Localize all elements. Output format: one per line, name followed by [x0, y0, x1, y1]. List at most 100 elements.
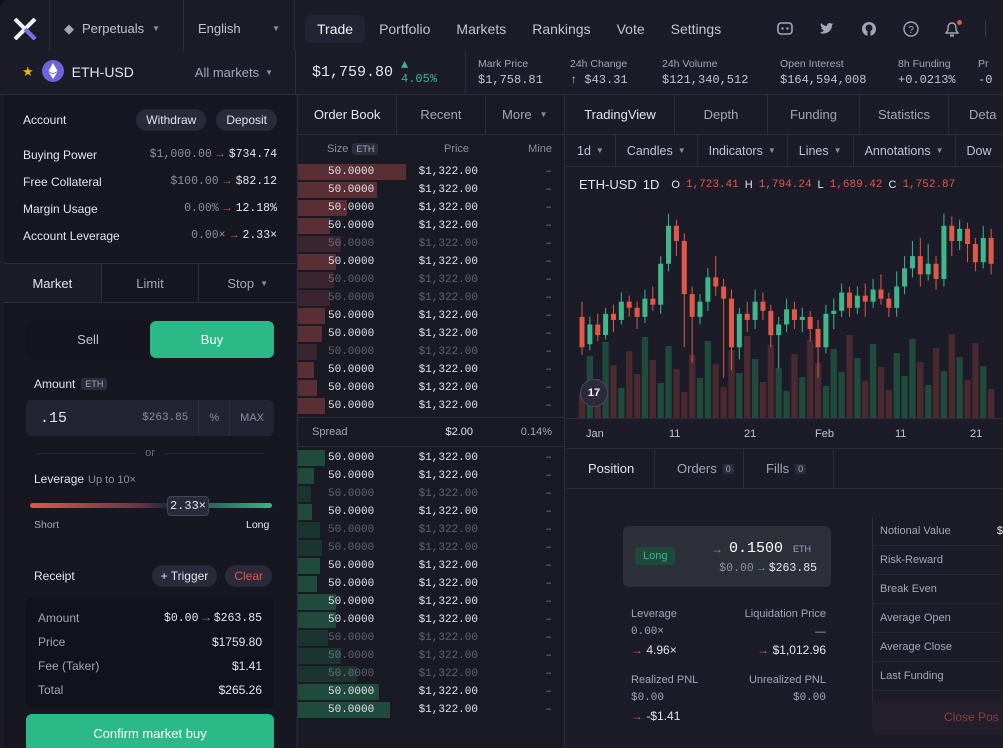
price-change-pct: ▲ 4.05% — [401, 58, 438, 86]
order-book-row[interactable]: 50.0000 $1,322.00 – — [298, 485, 564, 503]
order-book-row[interactable]: 50.0000 $1,322.00 – — [298, 181, 564, 199]
order-book-row[interactable]: 50.0000 $1,322.00 – — [298, 163, 564, 181]
tab-market[interactable]: Market — [4, 264, 102, 302]
receipt-row-fee: Fee (Taker) $1.41 — [38, 654, 262, 678]
order-book-row[interactable]: 50.0000 $1,322.00 – — [298, 611, 564, 629]
notification-bell-icon[interactable] — [945, 19, 962, 37]
order-book-row[interactable]: 50.0000 $1,322.00 – — [298, 593, 564, 611]
order-book-row[interactable]: 50.0000 $1,322.00 – — [298, 665, 564, 683]
receipt-value: $265.26 — [218, 683, 262, 697]
all-markets-button[interactable]: All markets ▼ — [195, 65, 273, 80]
nav-tab-markets[interactable]: Markets — [444, 15, 518, 43]
withdraw-button[interactable]: Withdraw — [136, 109, 207, 131]
order-book-row[interactable]: 50.0000 $1,322.00 – — [298, 683, 564, 701]
tab-more[interactable]: More ▼ — [486, 95, 564, 134]
interval-select[interactable]: 1d ▼ — [566, 135, 616, 166]
order-book-row[interactable]: 50.0000 $1,322.00 – — [298, 503, 564, 521]
candles-select[interactable]: Candles ▼ — [616, 135, 698, 166]
order-book-row[interactable]: 50.0000 $1,322.00 – — [298, 701, 564, 719]
twitter-icon[interactable] — [819, 22, 835, 36]
clear-button[interactable]: Clear — [225, 565, 272, 587]
receipt-key: Fee (Taker) — [38, 659, 100, 673]
tab-order-book[interactable]: Order Book — [298, 95, 398, 134]
candle-body — [658, 263, 664, 305]
deposit-button[interactable]: Deposit — [216, 109, 277, 131]
tab-fills[interactable]: Fills 0 — [744, 449, 834, 488]
x-tick: 21 — [970, 428, 983, 440]
position-tabs: Position Orders 0 Fills 0 — [566, 449, 1003, 489]
tab-limit[interactable]: Limit — [102, 264, 200, 302]
nav-tab-trade[interactable]: Trade — [305, 14, 366, 43]
close-position-button[interactable]: Close Pos — [872, 699, 1003, 735]
candle-body — [980, 237, 986, 263]
x-tick: Jan — [586, 428, 604, 440]
row-price: $1,322.00 — [418, 578, 478, 590]
tab-stop[interactable]: Stop ▼ — [199, 264, 296, 302]
tab-funding[interactable]: Funding — [768, 95, 860, 134]
nav-tab-vote[interactable]: Vote — [605, 15, 657, 43]
leverage-slider[interactable] — [30, 503, 272, 508]
percent-button[interactable]: % — [198, 400, 229, 436]
nav-tab-portfolio[interactable]: Portfolio — [367, 15, 442, 43]
amount-input[interactable]: .15 $263.85 % MAX — [26, 400, 274, 436]
volume-bar — [689, 355, 696, 418]
tab-details[interactable]: Deta — [949, 95, 1003, 134]
order-book-row[interactable]: 50.0000 $1,322.00 – — [298, 307, 564, 325]
order-book-row[interactable]: 50.0000 $1,322.00 – — [298, 575, 564, 593]
order-book-row[interactable]: 50.0000 $1,322.00 – — [298, 449, 564, 467]
candlestick-chart[interactable] — [566, 193, 1003, 418]
max-button[interactable]: MAX — [229, 400, 274, 436]
tab-position[interactable]: Position — [566, 449, 655, 488]
sell-button[interactable]: Sell — [26, 321, 150, 358]
lines-label: Lines — [798, 143, 829, 158]
github-icon[interactable] — [861, 21, 877, 37]
tradingview-logo[interactable]: 17 — [580, 379, 608, 407]
annotations-select[interactable]: Annotations ▼ — [854, 135, 956, 166]
row-price: $1,322.00 — [418, 488, 478, 500]
nav-tab-settings[interactable]: Settings — [659, 15, 734, 43]
tab-statistics[interactable]: Statistics — [860, 95, 949, 134]
col-mine: Mine — [528, 143, 552, 155]
amount-input-value[interactable]: .15 — [26, 410, 142, 427]
help-icon[interactable]: ? — [903, 21, 919, 37]
unrealized-pnl-value: $0.00 — [792, 692, 826, 704]
tab-recent[interactable]: Recent — [397, 95, 486, 134]
price-change-pct-value: 4.05% — [401, 72, 438, 86]
market-selector[interactable]: ★ ETH-USD All markets ▼ — [0, 49, 296, 95]
tab-orders[interactable]: Orders 0 — [655, 449, 744, 488]
order-book-row[interactable]: 50.0000 $1,322.00 – — [298, 271, 564, 289]
order-book-row[interactable]: 50.0000 $1,322.00 – — [298, 521, 564, 539]
tab-tradingview[interactable]: TradingView — [566, 95, 675, 134]
order-book-row[interactable]: 50.0000 $1,322.00 – — [298, 557, 564, 575]
order-book-row[interactable]: 50.0000 $1,322.00 – — [298, 235, 564, 253]
add-trigger-button[interactable]: + Trigger — [151, 565, 218, 587]
leverage-slider-thumb[interactable]: 2.33× — [167, 496, 209, 516]
order-book-row[interactable]: 50.0000 $1,322.00 – — [298, 253, 564, 271]
order-book-row[interactable]: 50.0000 $1,322.00 – — [298, 289, 564, 307]
indicators-select[interactable]: Indicators ▼ — [698, 135, 788, 166]
all-markets-label: All markets — [194, 64, 260, 80]
order-book-row[interactable]: 50.0000 $1,322.00 – — [298, 647, 564, 665]
lines-select[interactable]: Lines ▼ — [788, 135, 854, 166]
nav-tab-rankings[interactable]: Rankings — [520, 15, 602, 43]
row-size: 50.0000 — [328, 488, 375, 500]
order-book-row[interactable]: 50.0000 $1,322.00 – — [298, 361, 564, 379]
order-book-row[interactable]: 50.0000 $1,322.00 – — [298, 199, 564, 217]
order-book-row[interactable]: 50.0000 $1,322.00 – — [298, 397, 564, 415]
download-select[interactable]: Dow — [956, 135, 1003, 166]
order-book-row[interactable]: 50.0000 $1,322.00 – — [298, 325, 564, 343]
stat-label: 24h Change — [570, 57, 628, 70]
tab-depth[interactable]: Depth — [675, 95, 768, 134]
order-book-row[interactable]: 50.0000 $1,322.00 – — [298, 629, 564, 647]
order-book-row[interactable]: 50.0000 $1,322.00 – — [298, 217, 564, 235]
buy-button[interactable]: Buy — [150, 321, 274, 358]
order-book-row[interactable]: 50.0000 $1,322.00 – — [298, 539, 564, 557]
order-book-row[interactable]: 50.0000 $1,322.00 – — [298, 379, 564, 397]
confirm-market-buy-button[interactable]: Confirm market buy — [26, 714, 274, 748]
discord-icon[interactable] — [777, 22, 793, 36]
star-icon[interactable]: ★ — [22, 64, 34, 80]
order-book-row[interactable]: 50.0000 $1,322.00 – — [298, 467, 564, 485]
chart-toolbar: 1d ▼ Candles ▼ Indicators ▼ Lines ▼ Annotati… — [566, 135, 1003, 167]
order-book-row[interactable]: 50.0000 $1,322.00 – — [298, 343, 564, 361]
menu-icon[interactable] — [985, 21, 993, 37]
